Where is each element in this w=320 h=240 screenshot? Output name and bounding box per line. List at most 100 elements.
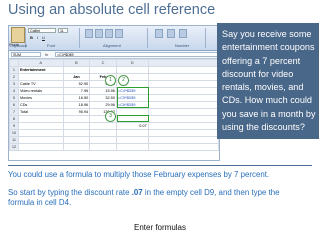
cell-c10[interactable] [89,129,117,137]
cell-b7[interactable]: 95.94 [62,108,91,116]
fx-icon[interactable]: fx [45,51,48,58]
column-header-a[interactable]: A [17,59,64,67]
column-header-b[interactable]: B [62,59,91,67]
cell-b8[interactable] [62,115,91,123]
ribbon-group-clipboard: Clipboard [10,43,28,48]
font-size-box[interactable]: 11 [58,28,68,33]
table-row: 10 [9,129,219,137]
cell-a10[interactable] [17,129,64,137]
cell-blank[interactable] [147,108,219,116]
formula-selection-highlight [117,87,149,108]
cell-a6[interactable]: CDs [17,101,64,109]
cell-d1[interactable] [115,66,149,74]
cell-b10[interactable] [62,129,91,137]
cell-c5[interactable]: 32.50 [89,94,117,102]
row-header[interactable]: 2 [9,73,19,81]
cell-a4[interactable]: Video rentals [17,87,64,95]
cell-b3[interactable]: 52.90 [62,80,91,88]
italic-button[interactable]: I [35,35,40,40]
column-header-c[interactable]: C [89,59,117,67]
ribbon-group-font: Font [47,43,56,48]
cell-b6[interactable]: 18.96 [62,101,91,109]
underline-button[interactable]: U [41,35,46,40]
cell-blank[interactable] [147,129,219,137]
paste-icon[interactable] [11,27,25,43]
cell-c12[interactable] [89,143,117,151]
cell-blank[interactable] [147,80,219,88]
cell-c1[interactable] [89,66,117,74]
row-header[interactable]: 4 [9,87,19,95]
row-header[interactable]: 11 [9,136,19,144]
cell-blank[interactable] [147,115,219,123]
align-left-icon[interactable] [85,29,93,38]
table-row: 12 [9,143,219,151]
cell-d10[interactable] [115,129,149,137]
font-name-box[interactable]: Calibri [28,28,56,33]
excel-screenshot: Paste Calibri 11 B I U Clipboard Font Al… [8,25,220,161]
row-header[interactable]: 1 [9,66,19,74]
cell-c6[interactable]: 29.96 [89,101,117,109]
table-row: 1 Entertainment [9,66,219,74]
side-text-panel: Say you receive some entertainment coupo… [217,23,319,140]
number-format-icon[interactable] [155,29,163,38]
comma-style-icon[interactable] [179,29,187,38]
table-row: 6 CDs 18.96 29.96 =C6*$D$9 [9,101,219,109]
cell-b2[interactable]: Jan [62,73,91,81]
merge-cells-icon[interactable] [115,29,123,38]
cell-b5[interactable]: 16.50 [62,94,91,102]
cell-a9[interactable] [17,122,64,130]
column-header-d[interactable]: D [115,59,149,67]
slide-footer: Enter formulas [133,223,187,232]
cell-a1[interactable]: Entertainment [17,66,64,74]
cell-a2[interactable] [17,73,64,81]
row-header[interactable]: 6 [9,101,19,109]
cell-blank[interactable] [147,94,219,102]
cell-blank[interactable] [147,66,219,74]
ribbon-group-alignment: Alignment [103,43,121,48]
discount-cell-highlight [117,115,149,122]
cell-d12[interactable] [115,143,149,151]
formula-input[interactable]: =C4*$D$9 [55,52,219,57]
cell-b11[interactable] [62,136,91,144]
cell-blank[interactable] [147,143,219,151]
cell-b9[interactable] [62,122,91,130]
callout-3: 3 [105,111,116,122]
cell-c11[interactable] [89,136,117,144]
cell-d11[interactable] [115,136,149,144]
cell-a7[interactable]: Total [17,108,64,116]
row-header[interactable]: 9 [9,122,19,130]
cell-a3[interactable]: Cable TV [17,80,64,88]
row-header[interactable]: 7 [9,108,19,116]
bold-button[interactable]: B [29,35,34,40]
divider-line [8,165,312,166]
cell-blank[interactable] [147,73,219,81]
body-text: You could use a formula to multiply thos… [8,170,308,216]
callout-2: 2 [118,75,129,86]
cell-b4[interactable]: 7.96 [62,87,91,95]
cell-blank[interactable] [147,101,219,109]
cell-b1[interactable] [62,66,91,74]
cell-d9[interactable]: 0.07 [115,122,149,130]
select-all-corner[interactable] [9,59,19,67]
cell-blank[interactable] [147,136,219,144]
cell-b12[interactable] [62,143,91,151]
cell-a8[interactable] [17,115,64,123]
cell-c9[interactable] [89,122,117,130]
cell-blank[interactable] [147,87,219,95]
cell-a11[interactable] [17,136,64,144]
ribbon-separator [147,28,148,48]
align-center-icon[interactable] [95,29,103,38]
cell-a12[interactable] [17,143,64,151]
cell-blank[interactable] [147,122,219,130]
slide-title: Using an absolute cell reference [8,2,216,18]
cell-a5[interactable]: Movies [17,94,64,102]
row-header[interactable]: 3 [9,80,19,88]
cell-c4[interactable]: 15.96 [89,87,117,95]
wrap-text-icon[interactable] [105,29,113,38]
row-header[interactable]: 5 [9,94,19,102]
row-header[interactable]: 12 [9,143,19,151]
row-header[interactable]: 8 [9,115,19,123]
name-box[interactable]: SUM [11,52,41,57]
row-header[interactable]: 10 [9,129,19,137]
percent-icon[interactable] [167,29,175,38]
